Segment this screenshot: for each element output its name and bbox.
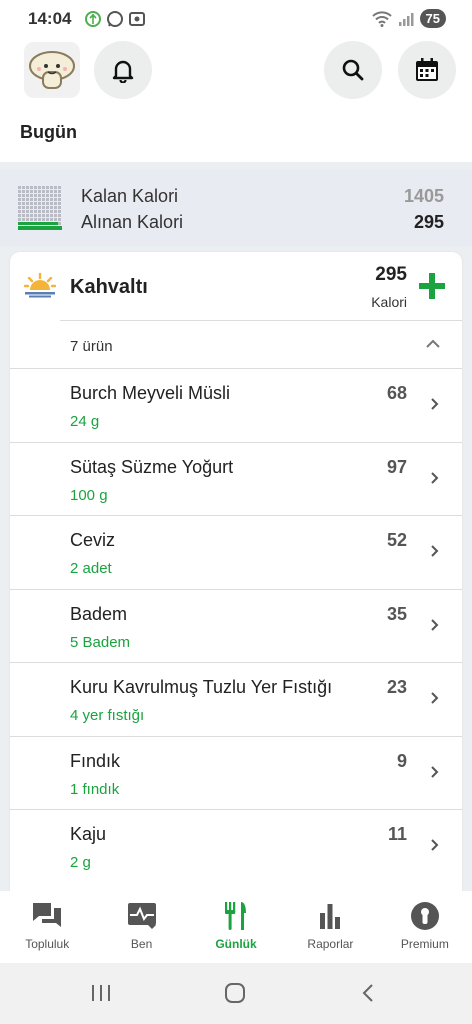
consumed-calories-label: Alınan Kalori — [81, 212, 184, 232]
food-calories: 68 — [386, 383, 407, 403]
wifi-icon — [371, 10, 392, 27]
remaining-calories-label: Kalan Kalori — [81, 186, 179, 206]
chevron-right-icon — [431, 692, 439, 704]
chevron-right-icon — [431, 839, 439, 851]
item-count: 7 ürün — [70, 338, 113, 355]
meal-calories: 295 — [375, 264, 407, 285]
meal-card: Kahvaltı 295 Kalori 7 ürün Burch Meyveli… — [10, 252, 462, 892]
food-name: Badem — [70, 603, 128, 624]
home-icon[interactable] — [224, 983, 246, 1003]
food-quantity: 24 g — [70, 413, 100, 430]
bar-chart-icon — [320, 904, 341, 929]
food-name: Kuru Kavrulmuş Tuzlu Yer Fıstığı — [70, 677, 333, 697]
nav-label: Ben — [130, 937, 153, 951]
food-calories: 35 — [386, 603, 407, 624]
status-time: 14:04 — [28, 9, 72, 28]
utensils-icon — [225, 902, 247, 930]
item-count-row[interactable]: 7 ürün — [60, 320, 462, 368]
app-header: Bugün — [0, 38, 472, 162]
chevron-right-icon — [431, 618, 439, 631]
remaining-calories-value: 1405 — [403, 186, 444, 206]
premium-icon — [410, 902, 439, 930]
back-icon[interactable] — [358, 983, 380, 1003]
food-quantity: 100 g — [70, 486, 108, 504]
food-quantity: 2 adet — [70, 560, 112, 577]
calorie-grid-icon — [18, 186, 62, 230]
food-quantity: 4 yer fıstığı — [70, 707, 145, 724]
system-navigation-bar — [0, 963, 472, 1024]
chevron-right-icon — [431, 545, 439, 557]
add-food-button[interactable] — [418, 272, 446, 300]
nav-label: Raporlar — [307, 937, 354, 951]
food-name: Burch Meyveli Müsli — [70, 383, 231, 403]
calendar-button[interactable] — [398, 41, 456, 99]
nav-label: Günlük — [215, 937, 257, 951]
sunrise-icon — [24, 272, 56, 298]
meal-header[interactable]: Kahvaltı 295 Kalori — [10, 252, 462, 320]
consumed-calories-value: 295 — [413, 212, 444, 232]
food-name: Kaju — [70, 824, 107, 844]
calendar-icon — [416, 58, 438, 81]
list-item[interactable]: Badem 5 Badem 35 — [10, 588, 462, 663]
whatsapp-icon — [107, 11, 123, 27]
nav-raporlar[interactable]: Raporlar — [283, 891, 377, 963]
bell-icon — [112, 60, 134, 83]
battery-badge: 75 — [419, 9, 446, 28]
meal-calories-unit: Kalori — [371, 294, 407, 310]
nav-premium[interactable]: Premium — [378, 891, 472, 963]
page-title: Bugün — [20, 122, 77, 142]
chat-icon — [33, 903, 62, 927]
list-item[interactable]: Fındık 1 fındık 9 — [10, 735, 462, 810]
notification-icons — [84, 10, 146, 28]
bottom-navigation: Topluluk Ben Günlük Raporlar Premium — [0, 891, 472, 963]
food-list: Burch Meyveli Müsli 24 g 68 Sütaş Süzme … — [10, 368, 462, 883]
nav-label: Premium — [400, 937, 449, 951]
nav-topluluk[interactable]: Topluluk — [0, 891, 94, 963]
screenshot-icon — [129, 12, 145, 26]
food-quantity: 1 fındık — [70, 780, 120, 798]
list-item[interactable]: Sütaş Süzme Yoğurt 100 g 97 — [10, 441, 462, 516]
nav-gunluk[interactable]: Günlük — [189, 891, 283, 963]
food-name: Sütaş Süzme Yoğurt — [70, 456, 234, 477]
chevron-right-icon — [431, 471, 439, 484]
food-calories: 9 — [396, 750, 407, 771]
signal-icon — [398, 12, 414, 26]
food-calories: 11 — [387, 824, 407, 844]
nav-ben[interactable]: Ben — [94, 891, 188, 963]
meal-title: Kahvaltı — [70, 276, 148, 298]
mushroom-avatar-icon — [29, 51, 75, 89]
food-calories: 97 — [386, 456, 407, 477]
chevron-up-icon[interactable] — [424, 335, 442, 353]
heart-monitor-icon — [127, 903, 156, 929]
calorie-summary[interactable]: Kalan Kalori 1405 Alınan Kalori 295 — [0, 170, 472, 246]
list-item[interactable]: Burch Meyveli Müsli 24 g 68 — [10, 368, 462, 442]
app-notification-icon — [85, 11, 101, 27]
search-icon — [342, 59, 364, 81]
recent-apps-icon[interactable] — [90, 983, 112, 1003]
chevron-right-icon — [431, 398, 439, 410]
avatar[interactable] — [24, 42, 80, 98]
status-bar: 14:04 75 — [0, 0, 472, 38]
search-button[interactable] — [324, 41, 382, 99]
list-item[interactable]: Kaju 2 g 11 — [10, 809, 462, 883]
food-quantity: 2 g — [70, 854, 91, 871]
nav-label: Topluluk — [25, 937, 70, 951]
food-calories: 52 — [386, 530, 407, 550]
list-item[interactable]: Ceviz 2 adet 52 — [10, 515, 462, 589]
chevron-right-icon — [431, 765, 439, 778]
list-item[interactable]: Kuru Kavrulmuş Tuzlu Yer Fıstığı 4 yer f… — [10, 662, 462, 736]
food-name: Fındık — [70, 750, 121, 771]
food-name: Ceviz — [70, 530, 116, 550]
food-quantity: 5 Badem — [70, 633, 131, 651]
food-calories: 23 — [386, 677, 407, 697]
notifications-button[interactable] — [94, 41, 152, 99]
